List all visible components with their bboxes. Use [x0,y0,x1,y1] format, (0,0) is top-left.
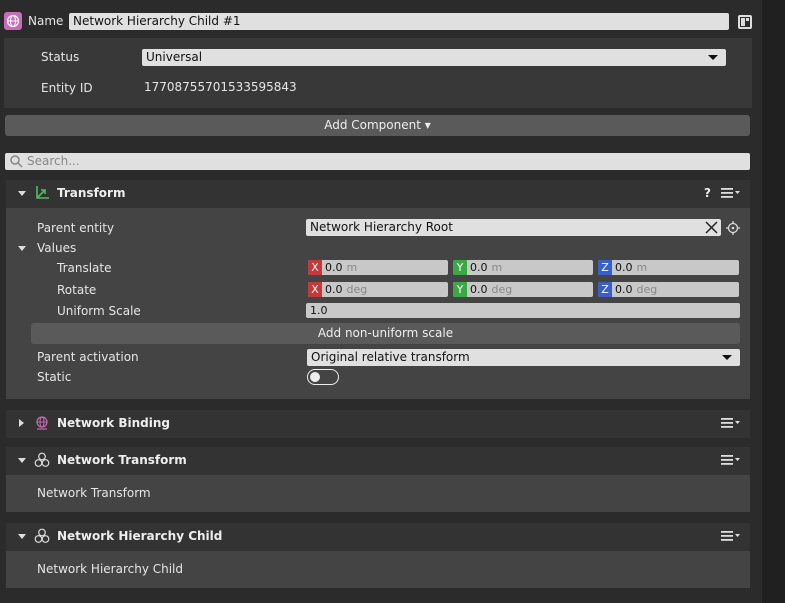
translate-y-unit: m [491,261,503,274]
translate-z-field[interactable]: Z 0.0 m [598,260,739,275]
rotate-y-field[interactable]: Y 0.0 deg [453,282,593,297]
uniform-scale-input[interactable]: 1.0 [306,303,740,318]
status-dropdown[interactable]: Universal [142,49,726,66]
collapse-icon[interactable] [18,534,26,539]
parent-entity-label: Parent entity [37,221,115,235]
menu-icon[interactable] [721,187,741,202]
pin-icon[interactable] [738,15,752,29]
translate-z-value: 0.0 [615,261,633,274]
collapse-icon[interactable] [18,191,26,196]
search-icon [10,155,23,171]
name-label: Name [28,14,64,28]
axis-z-label: Z [598,282,612,297]
help-icon[interactable]: ? [704,186,711,200]
add-component-button[interactable]: Add Component ▾ [5,115,750,136]
entity-id-value: 17708755701533595843 [144,80,297,94]
network-hierarchy-child-body-text: Network Hierarchy Child [37,562,184,576]
static-toggle[interactable] [307,369,339,385]
rotate-label: Rotate [57,283,97,297]
rotate-y-unit: deg [491,283,513,296]
axis-x-label: X [308,282,322,297]
transform-title: Transform [57,186,126,200]
axis-z-label: Z [598,260,612,275]
status-label: Status [41,50,80,64]
entity-icon [4,12,22,30]
translate-x-value: 0.0 [325,261,343,274]
parent-entity-input[interactable]: Network Hierarchy Root [306,219,721,236]
network-binding-icon [34,415,50,434]
toggle-knob [310,371,320,382]
rotate-x-field[interactable]: X 0.0 deg [308,282,448,297]
static-label: Static [37,370,72,384]
translate-y-value: 0.0 [470,261,488,274]
values-collapse-icon[interactable] [18,246,26,251]
rotate-x-value: 0.0 [325,283,343,296]
translate-z-unit: m [636,261,648,274]
target-icon[interactable] [726,221,740,238]
network-transform-title: Network Transform [57,453,187,467]
parent-activation-label: Parent activation [37,350,139,364]
axis-y-label: Y [453,282,467,297]
chevron-down-icon [722,355,732,360]
network-binding-title: Network Binding [57,416,170,430]
translate-x-field[interactable]: X 0.0 m [308,260,448,275]
axis-y-label: Y [453,260,467,275]
status-value: Universal [146,50,203,64]
rotate-y-value: 0.0 [470,283,488,296]
name-input[interactable]: Network Hierarchy Child #1 [69,13,729,30]
rotate-z-unit: deg [636,283,658,296]
network-hierarchy-child-title: Network Hierarchy Child [57,529,223,543]
uniform-scale-label: Uniform Scale [57,304,141,318]
expand-icon[interactable] [19,419,24,427]
component-icon [34,528,50,547]
translate-label: Translate [57,261,112,275]
rotate-z-field[interactable]: Z 0.0 deg [598,282,739,297]
collapse-icon[interactable] [18,458,26,463]
axis-x-label: X [308,260,322,275]
values-label: Values [37,241,77,255]
search-input[interactable]: Search... [5,153,750,170]
menu-icon[interactable] [721,530,741,545]
scrollbar-track[interactable] [762,0,785,603]
transform-icon [34,185,50,204]
translate-y-field[interactable]: Y 0.0 m [453,260,593,275]
clear-icon[interactable] [705,221,718,237]
menu-icon[interactable] [721,417,741,432]
translate-x-unit: m [346,261,358,274]
parent-activation-value: Original relative transform [311,350,470,364]
chevron-down-icon [708,55,718,60]
add-nonuniform-scale-button[interactable]: Add non-uniform scale [31,323,740,344]
menu-icon[interactable] [721,454,741,469]
component-icon [34,452,50,471]
entity-id-label: Entity ID [41,81,93,95]
rotate-x-unit: deg [346,283,368,296]
rotate-z-value: 0.0 [615,283,633,296]
parent-activation-dropdown[interactable]: Original relative transform [307,349,740,366]
network-transform-body-text: Network Transform [37,486,151,500]
